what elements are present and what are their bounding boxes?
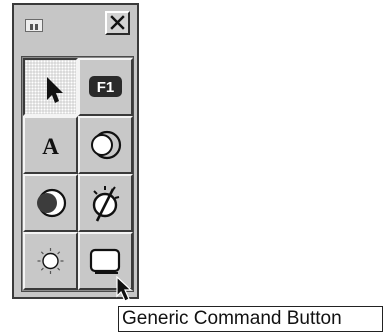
tool-grid: F1 A bbox=[21, 56, 134, 292]
mouse-cursor-icon bbox=[116, 275, 133, 302]
close-icon bbox=[110, 15, 125, 30]
function-key-tool-button[interactable]: F1 bbox=[78, 58, 133, 116]
tooltip: Generic Command Button bbox=[118, 306, 383, 332]
light-off-icon bbox=[92, 186, 120, 222]
light-off-tool-button[interactable] bbox=[78, 174, 133, 232]
svg-text:F1: F1 bbox=[97, 79, 115, 96]
eclipse-tool-button[interactable] bbox=[23, 174, 78, 232]
crescent-moon-icon bbox=[91, 130, 122, 160]
svg-text:A: A bbox=[42, 134, 59, 159]
select-tool-button[interactable] bbox=[23, 58, 78, 116]
eclipse-icon bbox=[37, 188, 67, 218]
text-tool-button[interactable]: A bbox=[23, 116, 78, 174]
sun-icon bbox=[37, 248, 64, 274]
function-key-icon: F1 bbox=[89, 76, 122, 97]
text-icon: A bbox=[42, 134, 59, 159]
arrow-pointer-icon bbox=[47, 77, 63, 103]
close-button[interactable] bbox=[105, 11, 130, 35]
system-menu-icon[interactable] bbox=[25, 19, 43, 32]
tool-palette-window: F1 A bbox=[12, 3, 139, 299]
light-tool-button[interactable] bbox=[23, 232, 78, 290]
title-bar[interactable] bbox=[14, 5, 137, 42]
crescent-tool-button[interactable] bbox=[78, 116, 133, 174]
